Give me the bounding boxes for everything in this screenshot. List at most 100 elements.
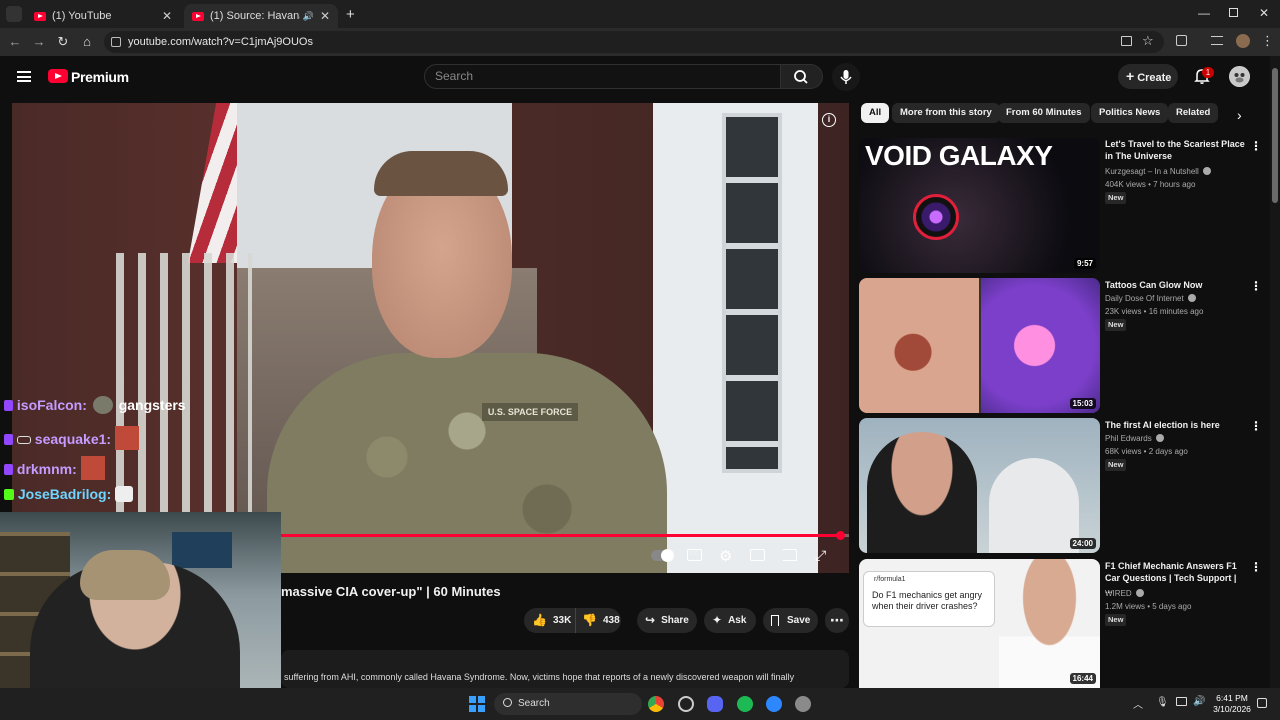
bookmark-star-icon[interactable]: ☆ — [1142, 33, 1154, 49]
tray-mic-icon[interactable]: 🎙 — [1156, 697, 1169, 708]
settings-icon[interactable] — [795, 696, 811, 712]
video-player[interactable]: U.S. SPACE FORCE i CC ⚙ ⤢ — [12, 103, 849, 573]
ask-button[interactable]: ✦ Ask — [704, 608, 756, 633]
browser-menu-icon[interactable]: ⋮ — [1261, 33, 1274, 49]
chip-from-60-minutes[interactable]: From 60 Minutes — [998, 103, 1090, 123]
description-box[interactable]: suffering from AHI, commonly called Hava… — [281, 650, 849, 688]
channel-name: WIRED — [1105, 589, 1132, 598]
premium-label[interactable]: Premium — [71, 69, 129, 85]
settings-gear-icon[interactable]: ⚙ — [719, 547, 732, 565]
search-icon — [794, 70, 808, 84]
close-icon[interactable]: ✕ — [320, 9, 330, 23]
door-window — [722, 113, 782, 473]
home-button[interactable]: ⌂ — [78, 33, 96, 51]
rec-title[interactable]: Tattoos Can Glow Now — [1105, 279, 1245, 291]
new-tab-button[interactable]: + — [346, 6, 355, 23]
tab-search-button[interactable] — [6, 6, 22, 22]
soldier-torso — [267, 353, 667, 573]
discord-icon[interactable] — [707, 696, 723, 712]
rec-channel[interactable]: Phil Edwards — [1105, 434, 1164, 443]
chips-next-chevron-icon[interactable]: › — [1237, 107, 1242, 123]
reload-button[interactable]: ↻ — [54, 33, 72, 51]
dislike-button[interactable]: 👎 438 — [576, 608, 620, 633]
bookmark-icon — [771, 615, 779, 626]
chat-username: JoseBadrilog: — [17, 486, 112, 502]
chrome-icon[interactable] — [648, 696, 664, 712]
new-badge: New — [1105, 459, 1127, 471]
duration-badge: 15:03 — [1069, 398, 1096, 409]
chat-message: gangsters — [118, 397, 186, 413]
theater-mode-icon[interactable] — [750, 549, 765, 561]
reading-list-icon[interactable] — [1211, 36, 1223, 45]
url-field[interactable]: youtube.com/watch?v=C1jmAj9OUOs — [104, 31, 1164, 53]
chat-line: isoFalcon: gangsters — [4, 396, 186, 414]
tray-network-icon[interactable] — [1176, 697, 1187, 706]
search-input[interactable]: Search — [424, 64, 781, 89]
close-window-button[interactable]: ✕ — [1259, 6, 1269, 20]
rec-channel[interactable]: Kurzgesagt – In a Nutshell — [1105, 167, 1211, 176]
speaker-icon[interactable]: 🔊 — [303, 11, 314, 22]
verified-icon — [1155, 434, 1164, 442]
notification-center-icon[interactable] — [1257, 698, 1267, 708]
youtube-logo-icon[interactable] — [48, 69, 68, 83]
like-button[interactable]: 👍 33K — [524, 608, 576, 633]
thumbs-up-icon: 👍 — [532, 613, 547, 627]
profile-avatar[interactable] — [1236, 34, 1250, 48]
tray-volume-icon[interactable]: 🔊 — [1193, 696, 1205, 707]
progress-scrubber[interactable] — [836, 531, 845, 540]
video-info-icon[interactable]: i — [822, 113, 836, 127]
spotify-icon[interactable] — [737, 696, 753, 712]
chat-username: drkmnm: — [16, 461, 77, 477]
rec-title[interactable]: Let's Travel to the Scariest Place in Th… — [1105, 138, 1245, 162]
voice-search-button[interactable] — [832, 63, 860, 91]
share-button[interactable]: ↪ Share — [637, 608, 697, 633]
rec-menu-icon[interactable]: ⋮ — [1250, 279, 1262, 293]
search-button[interactable] — [781, 64, 823, 89]
chip-related[interactable]: Related — [1168, 103, 1219, 123]
tab-youtube-home[interactable]: (1) YouTube ✕ — [26, 4, 180, 28]
chat-username: isoFalcon: — [16, 397, 87, 413]
chip-more-from-this-story[interactable]: More from this story — [892, 103, 1000, 123]
tray-chevron-icon[interactable]: ︿ — [1133, 696, 1143, 711]
rec-thumbnail[interactable]: VOID GALAXY 9:57 — [859, 138, 1100, 273]
restore-button[interactable] — [1229, 8, 1238, 17]
save-button[interactable]: Save — [763, 608, 818, 633]
tab-video-active[interactable]: (1) Source: Havana Syndrome 🔊 ✕ — [184, 4, 338, 28]
create-button[interactable]: + Create — [1118, 64, 1178, 89]
taskbar-clock[interactable]: 6:41 PM 3/10/2026 — [1212, 693, 1252, 715]
rec-channel[interactable]: Daily Dose Of Internet — [1105, 294, 1196, 303]
scrollbar-thumb[interactable] — [1272, 68, 1278, 203]
kick-badge-icon — [4, 489, 14, 500]
rec-menu-icon[interactable]: ⋮ — [1250, 139, 1262, 153]
forward-button[interactable]: → — [30, 33, 48, 51]
rec-title[interactable]: The first AI election is here — [1105, 419, 1245, 431]
fullscreen-icon[interactable]: ⤢ — [815, 547, 826, 564]
captions-icon[interactable]: CC — [687, 549, 702, 561]
site-info-icon[interactable] — [111, 37, 121, 47]
minimize-button[interactable]: — — [1198, 6, 1210, 20]
rec-menu-icon[interactable]: ⋮ — [1250, 560, 1262, 574]
chip-all[interactable]: All — [861, 103, 890, 123]
account-avatar[interactable] — [1229, 66, 1250, 87]
thumbs-down-icon: 👎 — [582, 613, 597, 627]
install-app-icon[interactable] — [1121, 36, 1132, 46]
messenger-icon[interactable] — [766, 696, 782, 712]
rec-channel[interactable]: WIRED — [1105, 589, 1144, 598]
close-icon[interactable]: ✕ — [162, 9, 172, 23]
more-actions-button[interactable]: ⋯ — [825, 608, 849, 633]
cast-icon[interactable] — [783, 549, 797, 561]
extensions-icon[interactable] — [1176, 35, 1187, 46]
rec-thumbnail[interactable]: 24:00 — [859, 418, 1100, 553]
windows-start-icon[interactable] — [469, 696, 485, 712]
thumbnail-title-text: VOID GALAXY — [865, 140, 1053, 171]
rec-menu-icon[interactable]: ⋮ — [1250, 419, 1262, 433]
rec-thumbnail[interactable]: 15:03 — [859, 278, 1100, 413]
clock-time: 6:41 PM — [1216, 693, 1248, 703]
taskbar-search[interactable]: Search — [494, 693, 642, 715]
rec-thumbnail[interactable]: r/formula1 Do F1 mechanics get angry whe… — [859, 559, 1100, 688]
menu-icon[interactable] — [17, 71, 31, 82]
back-button[interactable]: ← — [6, 33, 24, 51]
chip-politics-news[interactable]: Politics News — [1091, 103, 1169, 123]
app-icon[interactable] — [678, 696, 694, 712]
autoplay-toggle[interactable] — [651, 548, 674, 562]
